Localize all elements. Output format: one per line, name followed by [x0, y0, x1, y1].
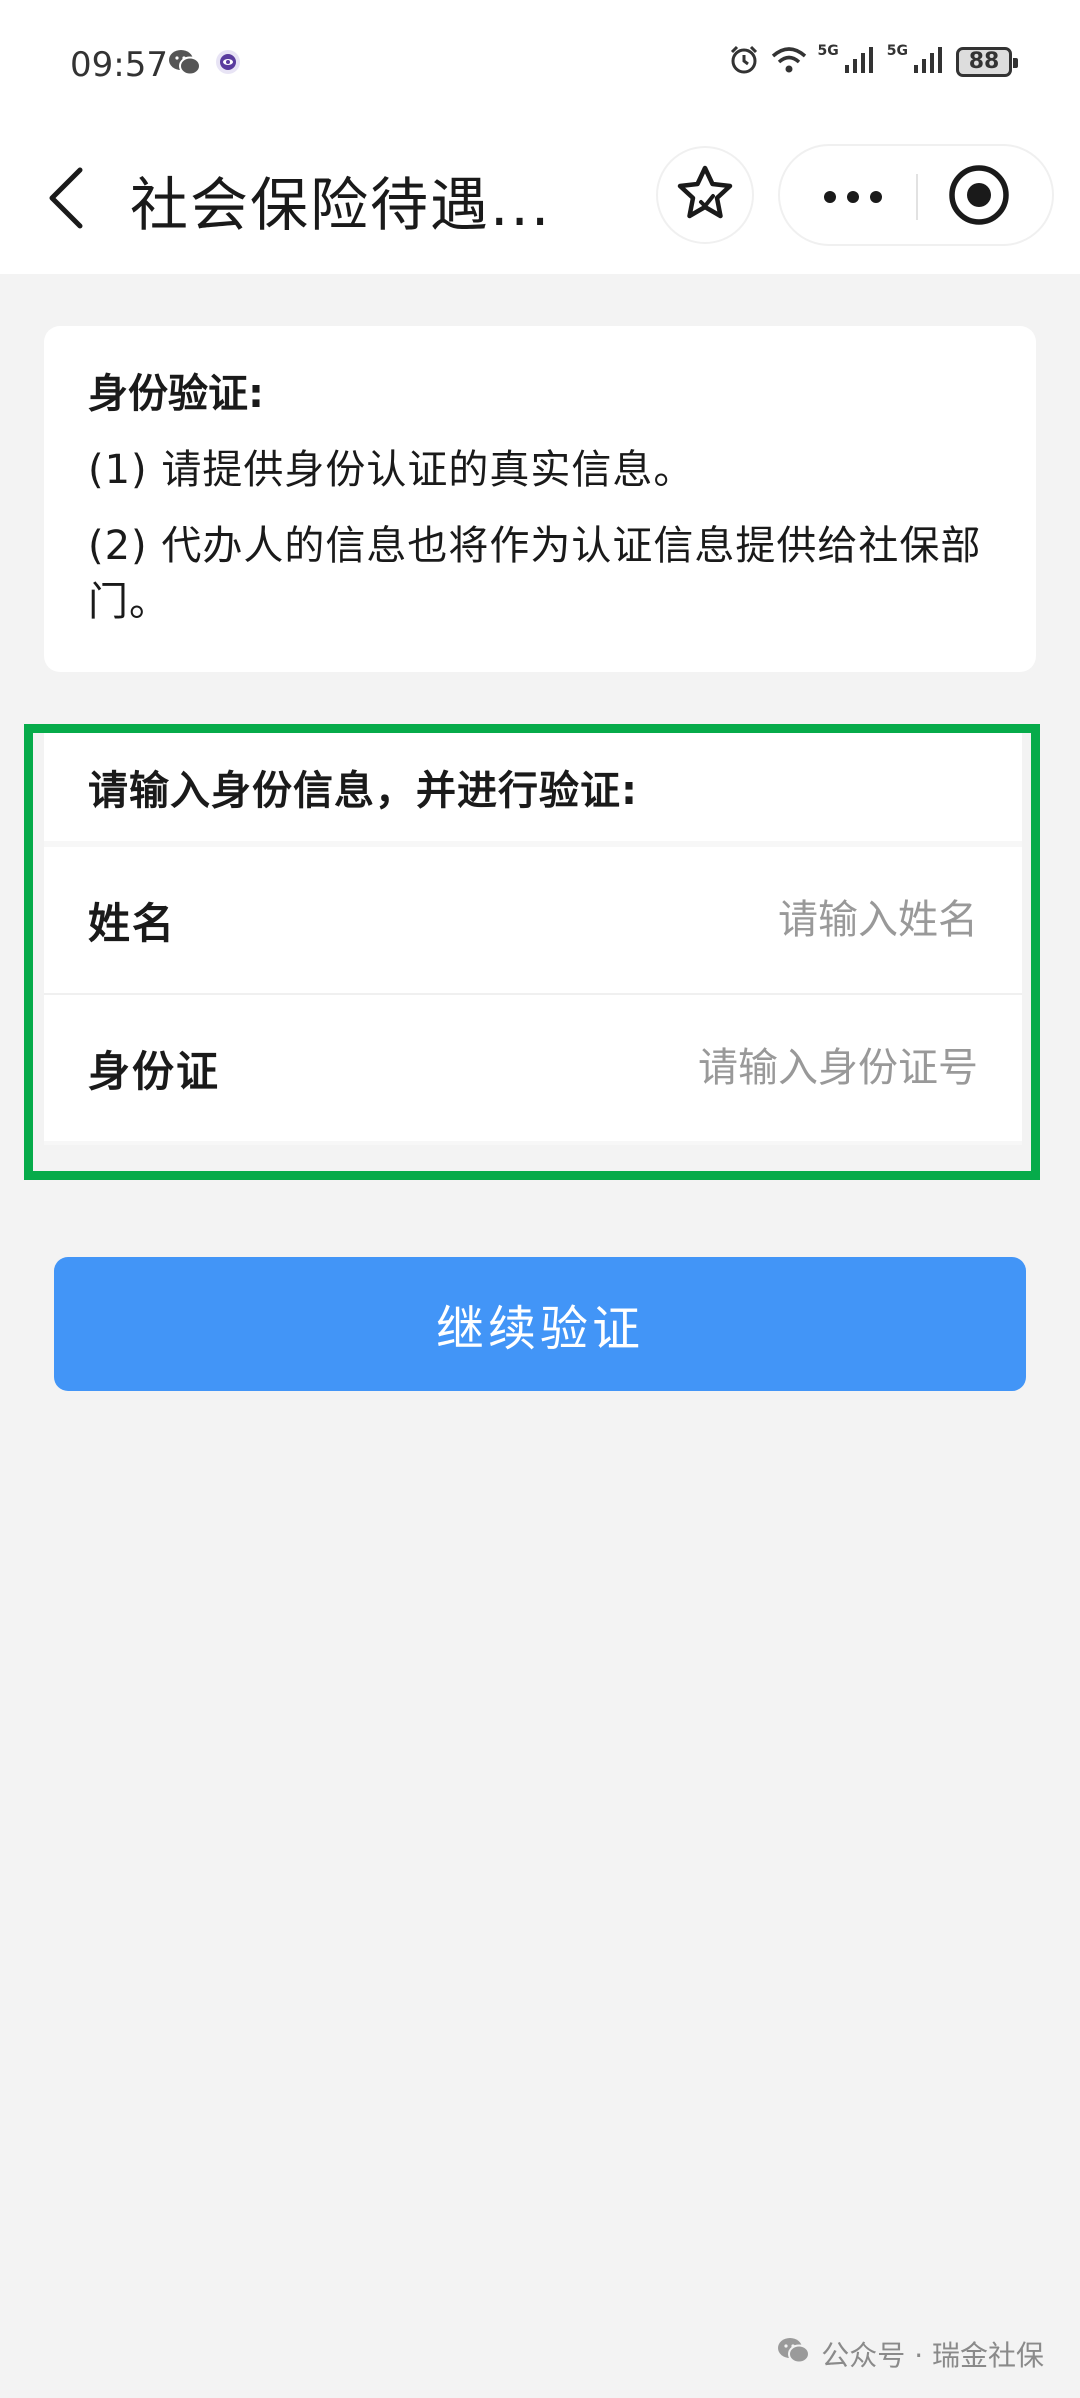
notice-line-1: (1) 请提供身份认证的真实信息。 — [88, 447, 695, 493]
back-button[interactable] — [36, 160, 96, 240]
notice-line-2: (2) 代办人的信息也将作为认证信息提供给社保部门。 — [88, 523, 982, 625]
app-notification-icon — [214, 48, 242, 82]
status-time: 09:57 — [70, 45, 168, 85]
status-bar: 09:57 5G 5G 88 — [0, 0, 1080, 130]
signal-icon — [912, 45, 946, 79]
watermark: 公众号 · 瑞金社保 — [777, 2334, 1044, 2374]
id-number-input[interactable] — [458, 1045, 978, 1091]
wifi-icon — [770, 45, 808, 79]
continue-verify-button[interactable]: 继续验证 — [54, 1257, 1026, 1391]
watermark-text: 公众号 · 瑞金社保 — [821, 2339, 1044, 2372]
id-row[interactable]: 身份证 — [44, 995, 1022, 1141]
name-input[interactable] — [458, 897, 978, 943]
target-close-icon — [948, 164, 1010, 230]
more-dots-icon — [824, 191, 836, 203]
notice-card: 身份验证: (1) 请提供身份认证的真实信息。 (2) 代办人的信息也将作为认证… — [44, 326, 1036, 672]
nav-bar: 社会保险待遇... — [0, 130, 1080, 274]
status-right-icons: 5G 5G 88 — [728, 43, 1018, 80]
id-label: 身份证 — [88, 1046, 221, 1096]
signal-icon — [843, 45, 877, 79]
signal1-label: 5G — [817, 43, 839, 59]
star-icon — [675, 164, 735, 226]
more-button[interactable] — [800, 166, 906, 228]
status-left-icons — [168, 48, 242, 82]
battery-icon: 88 — [956, 47, 1018, 77]
wechat-icon — [777, 2336, 811, 2373]
notice-title: 身份验证: — [88, 371, 264, 417]
close-button[interactable] — [946, 164, 1012, 230]
form-header-text: 请输入身份信息，并进行验证: — [88, 768, 638, 814]
alarm-icon — [728, 44, 760, 80]
wechat-icon — [168, 48, 202, 82]
name-label: 姓名 — [88, 898, 177, 948]
capsule-divider — [916, 174, 918, 220]
page-title: 社会保险待遇... — [130, 171, 552, 239]
name-row[interactable]: 姓名 — [44, 847, 1022, 993]
signal2-label: 5G — [886, 43, 908, 59]
form-header: 请输入身份信息，并进行验证: — [44, 733, 1022, 841]
favorite-button[interactable] — [656, 146, 754, 244]
mini-program-capsule — [778, 144, 1054, 246]
chevron-left-icon — [46, 166, 86, 234]
identity-form: 请输入身份信息，并进行验证: 姓名 身份证 — [44, 733, 1022, 1145]
